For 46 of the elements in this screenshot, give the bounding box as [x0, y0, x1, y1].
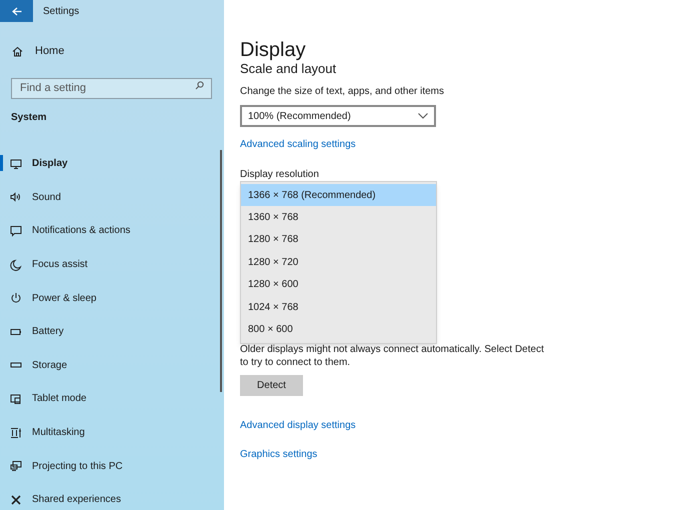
- speaker-icon: [10, 191, 22, 204]
- nav-item[interactable]: Shared experiences: [10, 492, 121, 508]
- page-title: Display: [240, 38, 306, 62]
- nav-item[interactable]: Power & sleep: [10, 290, 96, 306]
- nav-item[interactable]: Projecting to this PC: [10, 458, 123, 474]
- power-icon: [10, 292, 22, 304]
- back-arrow-icon: [12, 6, 22, 16]
- moon-icon: [10, 258, 22, 271]
- multitasking-icon: [10, 426, 22, 439]
- help-text: Older displays might not always connect automatically. Select Detect to try to connect to them.: [240, 343, 545, 369]
- projector-screen-icon: [10, 460, 22, 472]
- monitor-icon: [10, 158, 22, 170]
- section-heading: Scale and layout: [240, 62, 336, 76]
- nav-item[interactable]: Tablet mode: [10, 391, 86, 406]
- nav-item[interactable]: Multitasking: [10, 425, 85, 440]
- scaling-link[interactable]: Advanced scaling settings: [240, 137, 356, 152]
- resolution-option[interactable]: 1360 × 768: [241, 206, 436, 229]
- speech-bubble-icon: [10, 224, 22, 237]
- resolution-option[interactable]: 1024 × 768: [241, 296, 436, 318]
- resolution-option[interactable]: 1280 × 768: [241, 228, 436, 252]
- nav-item[interactable]: Battery: [10, 324, 64, 340]
- nav-item[interactable]: Storage: [10, 358, 68, 373]
- chevron-down-icon: [418, 113, 428, 119]
- window-title: Settings: [43, 4, 80, 18]
- settings-link[interactable]: Advanced display settings: [240, 418, 356, 433]
- field-label: Display resolution: [240, 168, 319, 182]
- resolution-option[interactable]: 1280 × 720: [241, 251, 436, 274]
- nav-item[interactable]: Sound: [10, 190, 61, 205]
- back-button[interactable]: [0, 0, 33, 22]
- cross-icon: [10, 494, 22, 506]
- nav-item[interactable]: Notifications & actions: [10, 223, 130, 238]
- detect-button[interactable]: Detect: [240, 375, 303, 396]
- resolution-option[interactable]: 800 × 600: [241, 318, 436, 341]
- scale-dropdown[interactable]: 100% (Recommended): [240, 105, 436, 127]
- home-link[interactable]: Home: [12, 43, 64, 59]
- nav-item[interactable]: Focus assist: [10, 257, 88, 272]
- settings-link[interactable]: Graphics settings: [240, 447, 318, 462]
- search-icon: [195, 81, 204, 90]
- home-icon: [12, 46, 23, 56]
- tablet-icon: [10, 392, 22, 405]
- resolution-option[interactable]: 1280 × 600: [241, 274, 436, 296]
- search-field[interactable]: Find a setting: [11, 78, 212, 98]
- field-label: Change the size of text, apps, and other items: [240, 85, 444, 99]
- nav-item[interactable]: Display: [10, 156, 68, 172]
- resolution-option[interactable]: 1366 × 768 (Recommended): [241, 184, 436, 206]
- section-heading: System: [11, 111, 47, 125]
